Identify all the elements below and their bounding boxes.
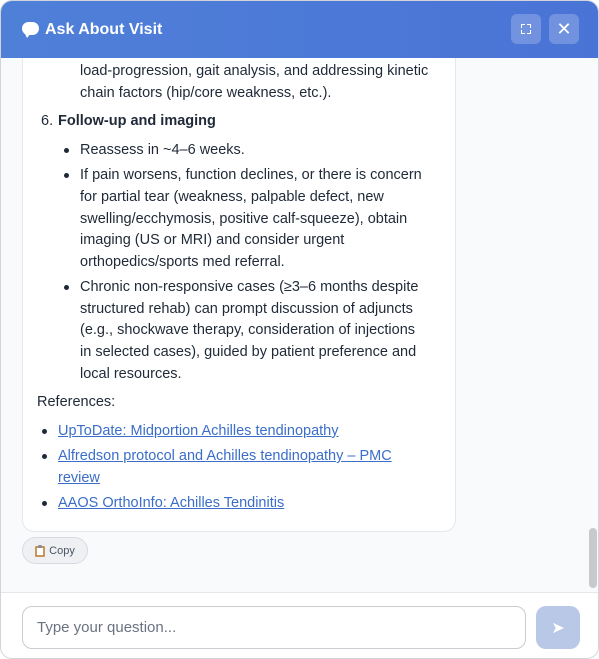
list-bullet [64,173,69,178]
send-button[interactable]: ➤ [536,606,580,649]
close-icon: ✕ [556,19,572,39]
window-title: Ask About Visit [45,20,163,38]
list-item: imaging (US or MRI) and consider urgent [80,232,345,248]
message-list[interactable]: load-progression, gait analysis, and add… [1,58,598,592]
list-item: Reassess in ~4–6 weeks. [80,142,245,158]
reference-link-uptodate[interactable]: UpToDate: Midportion Achilles tendinopat… [58,423,339,439]
list-bullet [64,148,69,153]
list-item: local resources. [80,366,182,382]
reference-link-alfredson[interactable]: review [58,470,100,486]
list-item: in selected cases), guided by patient pr… [80,344,417,360]
list-bullet [42,454,47,459]
reference-link-aaos[interactable]: AAOS OrthoInfo: Achilles Tendinitis [58,495,284,511]
list-item: swelling/ecchymosis, positive calf-squee… [80,211,408,227]
reference-link-alfredson[interactable]: Alfredson protocol and Achilles tendinop… [58,448,392,464]
list-item: orthopedics/sports med referral. [80,254,285,270]
list-bullet [42,429,47,434]
chat-bubble-icon [21,21,41,39]
close-button[interactable]: ✕ [549,14,579,44]
list-bullet [64,285,69,290]
composer: ➤ [1,592,598,658]
list-item: for partial tear (weakness, palpable def… [80,189,384,205]
message-text: chain factors (hip/core weakness, etc.). [80,85,332,101]
list-item: Chronic non-responsive cases (≥3–6 month… [80,279,419,295]
expand-button[interactable] [511,14,541,44]
list-bullet [42,501,47,506]
header-title-group: Ask About Visit [21,21,162,39]
question-input[interactable] [22,606,526,649]
clipboard-icon [35,544,46,557]
section-heading: Follow-up and imaging [58,113,216,129]
chat-window: Ask About Visit ✕ load-progression, gait… [0,0,599,659]
list-number: 6. [41,113,54,129]
send-icon: ➤ [551,619,565,637]
copy-button-label: Copy [49,544,75,557]
copy-button[interactable]: Copy [22,537,88,564]
message-text: load-progression, gait analysis, and add… [80,63,429,79]
list-item: (e.g., shockwave therapy, consideration … [80,322,416,338]
expand-icon [521,24,531,34]
chat-header: Ask About Visit ✕ [1,1,598,58]
references-label: References: [37,394,116,410]
list-item: If pain worsens, function declines, or t… [80,167,422,183]
list-item: structured rehab) can prompt discussion … [80,301,413,317]
scrollbar-thumb[interactable] [589,528,597,588]
